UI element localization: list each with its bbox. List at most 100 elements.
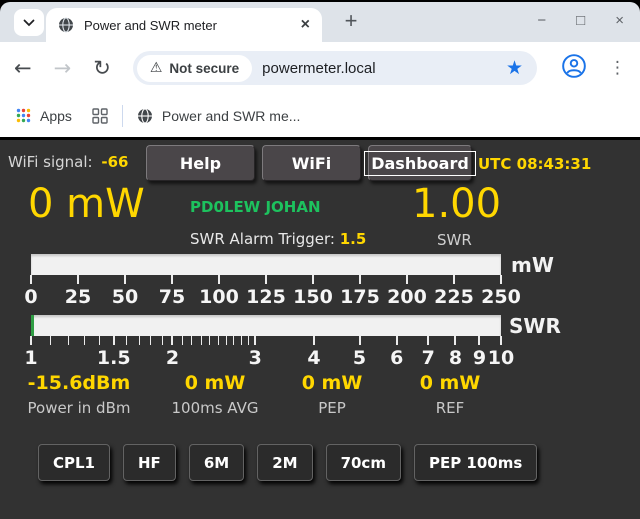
tick-label: 225 [434,286,474,308]
tick-label: 100 [199,286,239,308]
band-button-row: CPL1 HF 6M 2M 70cm PEP 100ms [38,444,537,481]
swr-meter-ticks [31,336,501,345]
tick-label: 0 [24,286,37,308]
2m-button[interactable]: 2M [257,444,312,481]
stat-label: REF [375,399,525,417]
bookmark-item[interactable]: Power and SWR me... [162,108,301,124]
pep-100ms-button[interactable]: PEP 100ms [414,444,537,481]
address-bar[interactable]: ⚠ Not secure powermeter.local ★ [133,51,537,85]
tick-mark [406,275,408,284]
stat-value: 0 mW [375,372,525,394]
tick-mark [218,275,220,284]
tick-mark [359,336,361,345]
tick-label: 175 [340,286,380,308]
apps-grid-icon[interactable] [16,108,31,123]
callsign: PD0LEW JOHAN [190,198,321,216]
minimize-icon[interactable]: − [537,8,546,34]
wifi-button[interactable]: WiFi [262,145,361,181]
tab-close-icon[interactable]: × [301,17,310,33]
window-close-icon[interactable]: × [615,8,624,34]
bookmark-star-icon[interactable]: ★ [506,57,523,79]
tab-strip: Power and SWR meter × + − □ × [0,2,640,42]
chevron-down-icon [23,19,35,27]
tick-mark [226,336,227,345]
collections-icon[interactable] [92,108,108,124]
stat-ref: 0 mW REF [375,372,525,417]
6m-button[interactable]: 6M [189,444,244,481]
tick-mark [171,275,173,284]
tick-label: 6 [390,347,403,369]
menu-kebab-icon[interactable]: ⋮ [609,58,626,78]
swr-meter-bar [31,315,501,336]
swr-meter-unit: SWR [509,314,561,338]
profile-button[interactable] [561,53,587,84]
tick-label: 2 [166,347,179,369]
power-meter-scale: 0255075100125150175200225250 [31,286,501,308]
tick-label: 50 [112,286,138,308]
tick-label: 125 [246,286,286,308]
globe-icon [58,17,74,33]
stat-power-dbm: -15.6dBm Power in dBm [4,372,154,417]
tick-mark [191,336,192,345]
tick-mark [150,336,151,345]
tick-label: 10 [488,347,514,369]
power-meter-ticks [31,275,501,284]
power-readout: 0 mW [28,184,145,224]
tab-search-button[interactable] [14,9,44,36]
cpl1-button[interactable]: CPL1 [38,444,110,481]
security-label: Not secure [169,61,239,76]
tick-label: 75 [159,286,185,308]
tick-label: 250 [481,286,521,308]
tick-mark [478,336,480,345]
apps-label[interactable]: Apps [40,108,72,124]
70cm-button[interactable]: 70cm [326,444,401,481]
tick-label: 8 [449,347,462,369]
tick-mark [68,336,69,345]
swr-caption: SWR [437,231,472,249]
swr-meter-scale: 11.52345678910 [31,347,501,369]
browser-tab[interactable]: Power and SWR meter × [46,8,322,42]
tick-label: 3 [249,347,262,369]
reload-icon[interactable]: ↻ [93,56,111,80]
forward-icon: → [54,56,72,80]
tick-label: 200 [387,286,427,308]
wifi-signal-label: WiFi signal: [8,153,93,171]
tick-mark [454,336,456,345]
tick-mark [396,336,398,345]
tick-mark [500,275,502,284]
new-tab-icon[interactable]: + [336,6,366,36]
profile-icon [561,53,587,79]
tick-mark [124,275,126,284]
tick-mark [139,336,140,345]
bookmarks-divider [122,105,123,127]
tab-title: Power and SWR meter [84,18,295,33]
tick-mark [218,336,219,345]
stat-value: -15.6dBm [4,372,154,394]
tick-label: 1 [24,347,37,369]
tick-mark [30,275,32,284]
tick-mark [241,336,242,345]
tick-label: 25 [65,286,91,308]
security-chip[interactable]: ⚠ Not secure [137,55,252,82]
warning-icon: ⚠ [150,60,163,76]
tick-label: 4 [307,347,320,369]
tick-mark [30,336,32,345]
tick-mark [248,336,249,345]
tick-mark [254,336,256,345]
tick-mark [500,336,502,345]
hf-button[interactable]: HF [123,444,176,481]
dashboard-button[interactable]: Dashboard [368,145,472,181]
tick-mark [171,336,173,345]
back-icon[interactable]: ← [14,56,32,80]
window-controls: − □ × [537,8,624,34]
tick-mark [126,336,127,345]
maximize-icon[interactable]: □ [576,8,585,34]
tick-mark [265,275,267,284]
help-button[interactable]: Help [146,145,255,181]
wifi-signal-value: -66 [101,153,128,171]
url-text[interactable]: powermeter.local [262,60,506,77]
tick-label: 9 [473,347,486,369]
tick-mark [313,336,315,345]
tick-mark [453,275,455,284]
tick-label: 150 [293,286,333,308]
